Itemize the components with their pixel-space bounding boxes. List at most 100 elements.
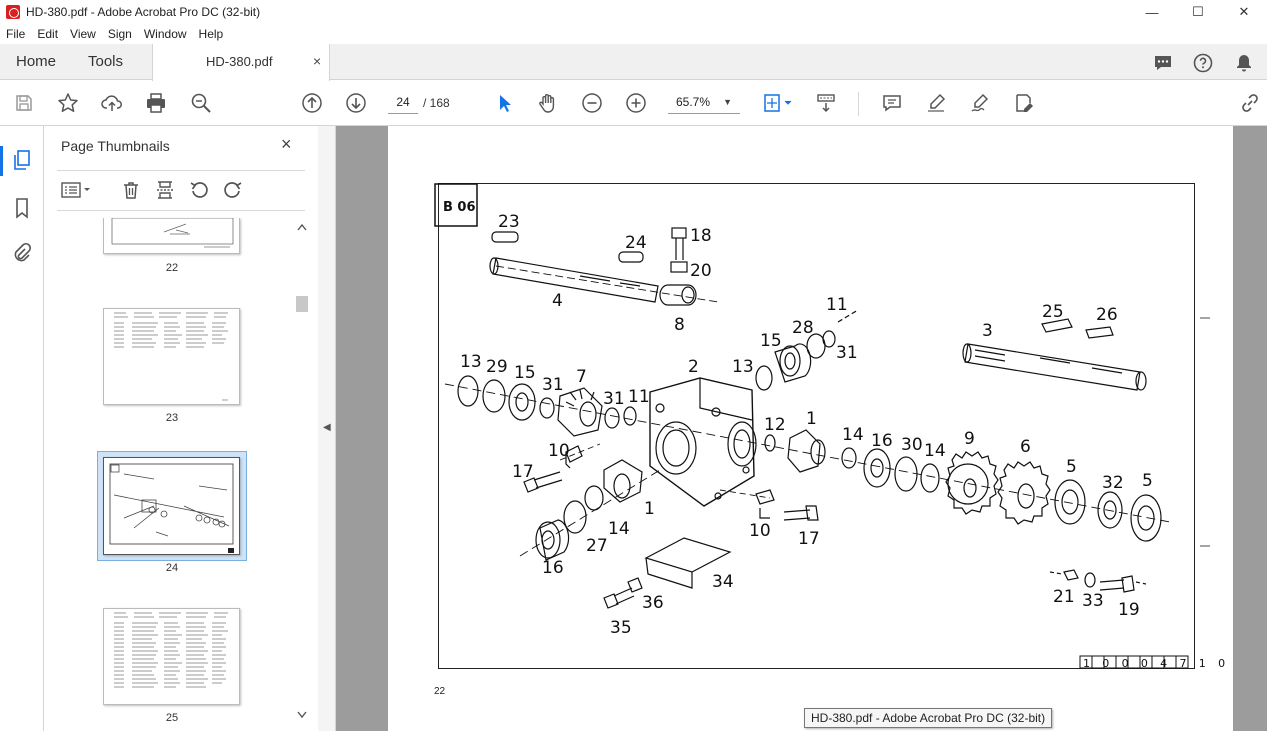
part-label: 3 [982,321,993,341]
part-label: 23 [498,212,520,232]
part-label: 10 [749,521,771,541]
close-panel-icon[interactable]: × [281,134,292,155]
tab-bar: Home Tools HD-380.pdf × [0,44,1267,81]
page-thumbnail[interactable] [103,608,240,705]
part-label: 12 [764,415,786,435]
panel-divider [57,210,305,211]
part-label: 14 [924,441,946,461]
maximize-button[interactable]: ☐ [1175,0,1221,24]
page-thumbnail[interactable] [103,217,240,254]
star-icon[interactable] [56,91,80,115]
panel-divider [57,170,305,171]
tab-home[interactable]: Home [16,44,56,80]
part-label: 11 [628,387,650,407]
help-icon[interactable] [1192,52,1214,74]
part-label: 15 [514,363,536,383]
part-label: 31 [836,343,858,363]
tab-close-button[interactable]: × [313,53,321,69]
menu-help[interactable]: Help [193,27,230,41]
save-icon[interactable] [12,91,36,115]
thumbnail-options-icon[interactable] [59,178,95,202]
title-bar: HD-380.pdf - Adobe Acrobat Pro DC (32-bi… [0,0,1267,24]
zoom-level-select[interactable]: 65.7% ▼ [668,90,740,114]
toolbar-divider [858,92,859,116]
drawing-code: B 06 [443,200,476,215]
rotate-right-icon[interactable] [221,178,245,202]
part-label: 13 [460,352,482,372]
thumbnail-scrollbar[interactable] [294,218,310,726]
part-label: 1 [806,409,817,429]
part-label: 36 [642,593,664,613]
part-label: 16 [871,431,893,451]
left-navigation-rail [0,126,44,731]
page-thumbnail[interactable] [103,308,240,405]
menu-sign[interactable]: Sign [102,27,138,41]
chevron-down-icon: ▼ [723,97,732,107]
part-label: 20 [690,261,712,281]
hand-tool-icon[interactable] [536,91,560,115]
page-footer-number: 22 [434,686,446,697]
zoom-out-icon[interactable] [580,91,604,115]
previous-page-icon[interactable] [300,91,324,115]
next-page-icon[interactable] [344,91,368,115]
menu-view[interactable]: View [64,27,102,41]
scroll-mode-icon[interactable] [814,91,838,115]
comment-icon[interactable] [1152,52,1174,74]
edit-pdf-icon[interactable] [1012,91,1036,115]
highlight-pen-icon[interactable] [924,91,948,115]
part-label: 4 [552,291,563,311]
part-label: 35 [610,618,632,638]
tab-tools[interactable]: Tools [88,44,123,80]
menu-edit[interactable]: Edit [31,27,64,41]
panel-collapse-handle[interactable]: ◀ [318,126,336,731]
thumbnail-label: 22 [165,262,179,274]
window-tooltip: HD-380.pdf - Adobe Acrobat Pro DC (32-bi… [804,708,1053,728]
menu-window[interactable]: Window [138,27,193,41]
page-total: / 168 [423,96,450,110]
tab-document[interactable]: HD-380.pdf × [152,44,330,81]
panel-title: Page Thumbnails [61,138,170,154]
attachment-icon[interactable] [10,241,34,265]
window-title: HD-380.pdf - Adobe Acrobat Pro DC (32-bi… [26,5,261,19]
page-thumbnails-icon[interactable] [10,148,34,172]
part-label: 28 [792,318,814,338]
menu-file[interactable]: File [0,27,31,41]
part-label: 2 [688,357,699,377]
link-share-icon[interactable] [1238,91,1262,115]
tab-document-label: HD-380.pdf [206,54,273,69]
part-label: 30 [901,435,923,455]
chevron-left-icon: ◀ [323,422,331,433]
page-thumbnail-current[interactable] [103,457,240,555]
insert-page-icon[interactable] [153,178,177,202]
minimize-button[interactable]: — [1129,0,1175,24]
part-label: 21 [1053,587,1075,607]
part-label: 24 [625,233,647,253]
print-icon[interactable] [144,91,168,115]
select-cursor-icon[interactable] [492,91,516,115]
page-number-input[interactable]: 24 [388,90,418,114]
document-scrollbar[interactable] [1251,126,1267,731]
delete-page-icon[interactable] [119,178,143,202]
zoom-level-value: 65.7% [676,95,711,109]
part-label: 14 [608,519,630,539]
part-label: 18 [690,226,712,246]
close-window-button[interactable]: ✕ [1221,0,1267,24]
zoom-in-icon[interactable] [624,91,648,115]
part-label: 27 [586,536,608,556]
find-zoom-icon[interactable] [189,91,213,115]
exploded-parts-drawing: 1 0 0 0 4 7 1 0 1 B 06 23 24 18 20 4 8 1… [434,183,1233,670]
part-label: 31 [542,375,564,395]
thumbnail-label: 24 [165,562,179,574]
upload-cloud-icon[interactable] [100,91,124,115]
draw-sign-icon[interactable] [968,91,992,115]
thumbnail-label: 25 [165,712,179,724]
menu-bar: File Edit View Sign Window Help [0,24,1267,44]
part-label: 34 [712,572,734,592]
bookmark-icon[interactable] [10,196,34,220]
add-comment-icon[interactable] [880,91,904,115]
fit-page-icon[interactable] [760,91,796,115]
bell-icon[interactable] [1233,52,1255,74]
part-label: 10 [548,441,570,461]
part-label: 14 [842,425,864,445]
rotate-left-icon[interactable] [187,178,211,202]
